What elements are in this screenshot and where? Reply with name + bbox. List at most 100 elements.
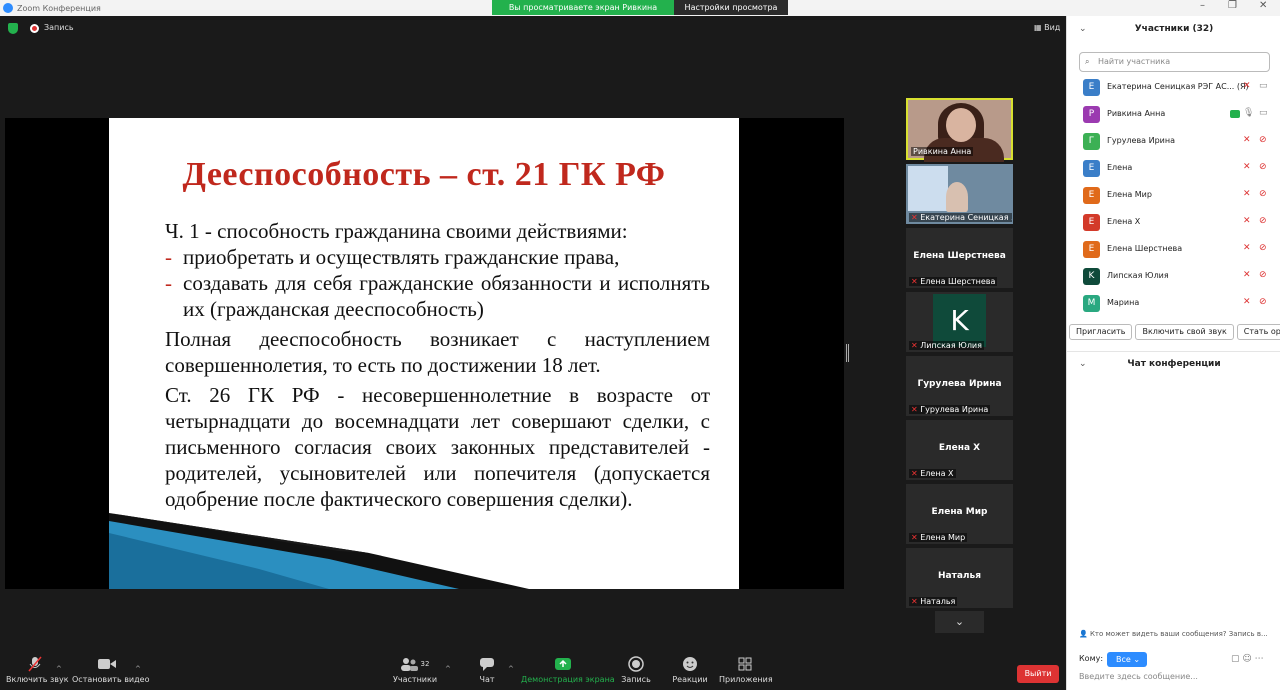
tile-name: Липская Юлия: [920, 341, 982, 350]
video-tile[interactable]: Наталья ✕ Наталья: [906, 548, 1013, 608]
chat-recipient-select[interactable]: Все ⌄: [1107, 652, 1147, 667]
people-icon: 👤: [1079, 630, 1088, 638]
avatar: K: [933, 294, 986, 347]
chevron-up-icon[interactable]: ^: [508, 665, 514, 673]
apps-button[interactable]: Приложения: [719, 655, 773, 684]
mic-icon[interactable]: 🎙: [1243, 108, 1254, 118]
chat-button[interactable]: Чат: [472, 655, 502, 684]
emoji-icon[interactable]: ☺: [1242, 654, 1251, 664]
participant-search-input[interactable]: ⌕ Найти участника: [1079, 52, 1270, 72]
participants-button[interactable]: 32 Участники: [393, 655, 437, 684]
video-off-icon[interactable]: ⊘: [1259, 216, 1267, 226]
muted-mic-icon[interactable]: ✕: [1243, 81, 1251, 91]
stop-video-button[interactable]: Остановить видео: [72, 655, 149, 684]
chevron-up-icon[interactable]: ^: [445, 665, 451, 673]
video-camera-icon[interactable]: ▭: [1259, 81, 1268, 91]
tile-name: Гурулева Ирина: [920, 405, 989, 414]
chevron-up-icon[interactable]: ^: [135, 665, 141, 673]
close-icon[interactable]: ✕: [1259, 0, 1267, 11]
participant-row[interactable]: Е Екатерина Сеницкая РЭГ АС... (Я) ✕ ▭: [1067, 74, 1280, 101]
participant-row[interactable]: Е Елена ✕ ⊘: [1067, 155, 1280, 182]
minimize-icon[interactable]: –: [1200, 0, 1205, 11]
tile-caption: ✕ Елена Шерстнева: [909, 277, 998, 286]
muted-mic-icon[interactable]: ✕: [1243, 270, 1251, 280]
avatar: K: [1083, 268, 1100, 285]
more-icon[interactable]: ⋯: [1255, 654, 1264, 664]
reactions-button[interactable]: Реакции: [670, 655, 710, 684]
unmute-label: Включить звук: [6, 675, 69, 684]
apps-label: Приложения: [719, 675, 773, 684]
chat-input[interactable]: Введите здесь сообщение...: [1079, 672, 1198, 681]
muted-mic-icon[interactable]: ✕: [1243, 216, 1251, 226]
chevron-down-icon[interactable]: ⌄: [935, 611, 984, 633]
video-feed: [946, 182, 968, 212]
tile-name: Гурулева Ирина: [917, 379, 1002, 389]
avatar: Е: [1083, 241, 1100, 258]
muted-mic-icon[interactable]: ✕: [1243, 297, 1251, 307]
chat-tools: ▢ ☺ ⋯: [1231, 654, 1264, 664]
participant-row[interactable]: Е Елена Шерстнева ✕ ⊘: [1067, 236, 1280, 263]
muted-mic-icon[interactable]: ✕: [1243, 243, 1251, 253]
muted-mic-icon[interactable]: ✕: [1243, 135, 1251, 145]
muted-mic-icon: ✕: [911, 277, 918, 286]
leave-button[interactable]: Выйти: [1017, 665, 1059, 683]
avatar: Е: [1083, 214, 1100, 231]
unmute-self-button[interactable]: Включить свой звук: [1135, 324, 1234, 340]
chat-label: Чат: [479, 675, 495, 684]
security-shield-icon[interactable]: [8, 23, 18, 34]
video-tile[interactable]: K ✕ Липская Юлия: [906, 292, 1013, 352]
participant-row[interactable]: Е Елена Х ✕ ⊘: [1067, 209, 1280, 236]
view-settings-button[interactable]: Настройки просмотра ▾: [674, 0, 788, 27]
muted-mic-icon: ✕: [911, 469, 918, 478]
view-button[interactable]: ▦ Вид: [1034, 23, 1060, 32]
participant-row[interactable]: Г Гурулева Ирина ✕ ⊘: [1067, 128, 1280, 155]
share-screen-button[interactable]: Демонстрация экрана: [521, 655, 615, 684]
become-host-button[interactable]: Стать организатором: [1236, 324, 1280, 340]
file-icon[interactable]: ▢: [1231, 654, 1240, 664]
participant-name: Екатерина Сеницкая РЭГ АС... (Я): [1107, 82, 1249, 91]
participant-row[interactable]: М Марина ✕ ⊘: [1067, 290, 1280, 317]
video-off-icon[interactable]: ⊘: [1259, 135, 1267, 145]
chat-visibility-text: Кто может видеть ваши сообщения? Запись …: [1089, 630, 1268, 638]
resize-handle[interactable]: [846, 344, 849, 362]
chevron-down-icon[interactable]: ⌄: [1079, 352, 1087, 376]
muted-mic-icon[interactable]: ✕: [1243, 189, 1251, 199]
tile-name: Елена Х: [938, 443, 981, 453]
video-camera-icon[interactable]: ▭: [1259, 108, 1268, 118]
video-off-icon[interactable]: ⊘: [1259, 189, 1267, 199]
video-tile[interactable]: Гурулева Ирина ✕ Гурулева Ирина: [906, 356, 1013, 416]
video-tile[interactable]: Ривкина Анна: [906, 98, 1013, 162]
tile-name: Елена Мир: [931, 507, 988, 517]
zoom-window: Zoom Конференция – ❐ ✕ Вы просматриваете…: [0, 0, 1280, 690]
chat-visibility-info[interactable]: 👤 Кто может видеть ваши сообщения? Запис…: [1079, 630, 1268, 638]
muted-mic-icon: ✕: [911, 341, 918, 350]
video-off-icon[interactable]: ⊘: [1259, 297, 1267, 307]
video-tile[interactable]: Елена Мир ✕ Елена Мир: [906, 484, 1013, 544]
tile-caption: ✕ Гурулева Ирина: [909, 405, 991, 414]
video-tile[interactable]: ✕ Екатерина Сеницкая ...: [906, 164, 1013, 224]
video-tile[interactable]: Елена Х ✕ Елена Х: [906, 420, 1013, 480]
video-off-icon[interactable]: ⊘: [1259, 270, 1267, 280]
participant-row[interactable]: Р Ривкина Анна 🎙 ▭: [1067, 101, 1280, 128]
invite-button[interactable]: Пригласить: [1069, 324, 1133, 340]
participant-row[interactable]: K Липская Юлия ✕ ⊘: [1067, 263, 1280, 290]
tile-name: Екатерина Сеницкая ...: [920, 213, 1012, 222]
view-banner: Вы просматриваете экран Ривкина Анна Нас…: [492, 0, 788, 27]
video-off-icon[interactable]: ⊘: [1259, 243, 1267, 253]
participant-name: Ривкина Анна: [1107, 109, 1166, 118]
maximize-icon[interactable]: ❐: [1228, 0, 1237, 11]
tile-name: Елена Шерстнева: [920, 277, 996, 286]
participant-name: Елена Шерстнева: [1107, 244, 1183, 253]
participants-title: Участники (32): [1134, 24, 1214, 34]
screen-share-icon: [1230, 110, 1240, 118]
participant-row[interactable]: Е Елена Мир ✕ ⊘: [1067, 182, 1280, 209]
chevron-down-icon[interactable]: ⌄: [1079, 17, 1087, 41]
slide-paragraph: Полная дееспособность возникает с наступ…: [165, 327, 710, 377]
video-off-icon[interactable]: ⊘: [1259, 162, 1267, 172]
video-tile[interactable]: Елена Шерстнева ✕ Елена Шерстнева: [906, 228, 1013, 288]
record-button[interactable]: Запись: [619, 655, 653, 684]
chevron-up-icon[interactable]: ^: [56, 665, 62, 673]
muted-mic-icon[interactable]: ✕: [1243, 162, 1251, 172]
reactions-label: Реакции: [672, 675, 708, 684]
meeting-top-strip: Запись ▦ Вид: [0, 16, 1066, 42]
